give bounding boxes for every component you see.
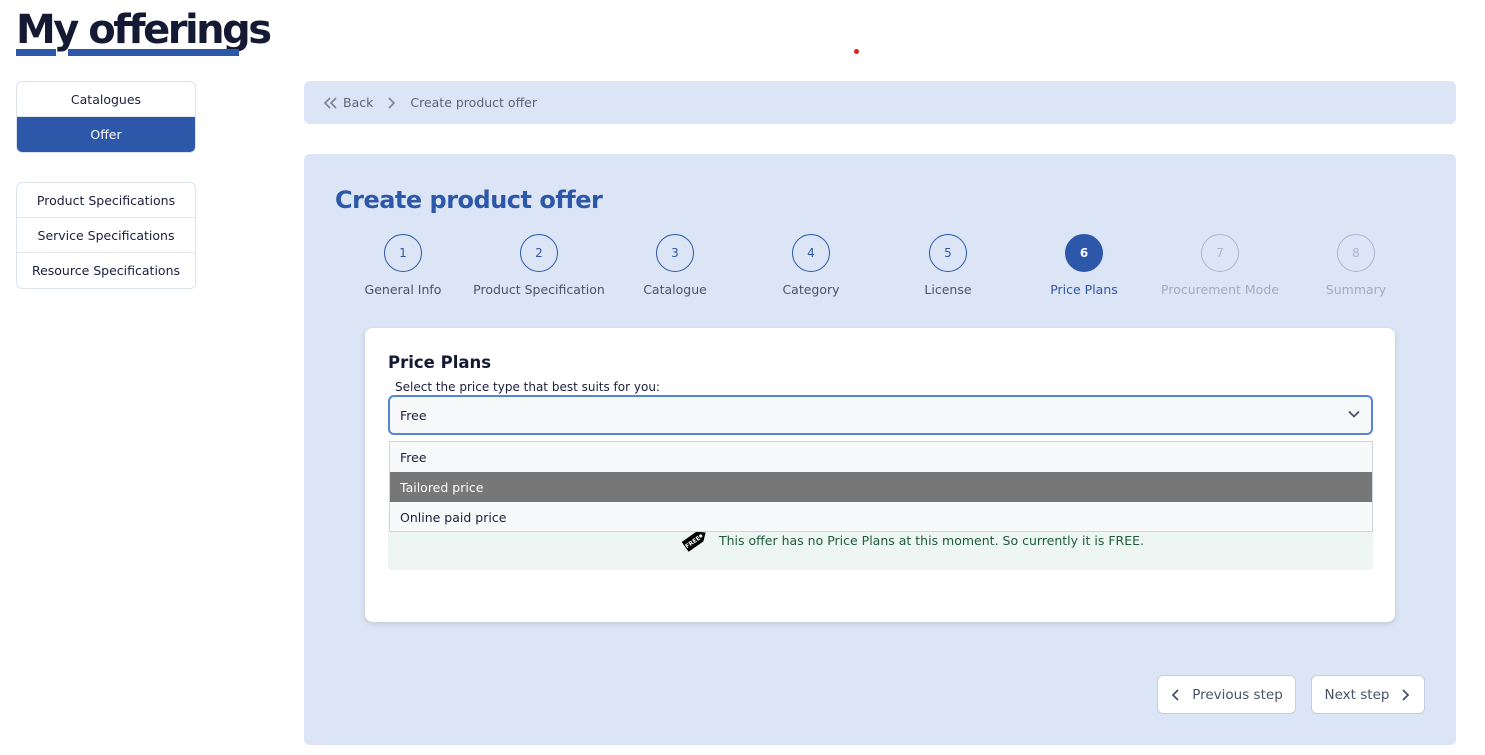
- sidebar-group-catalog: Catalogues Offer: [16, 81, 196, 153]
- next-step-button[interactable]: Next step: [1311, 675, 1425, 714]
- step-catalogue[interactable]: 3 Catalogue: [600, 234, 750, 297]
- red-dot-marker: [854, 49, 859, 54]
- title-underline-decoration: [68, 49, 239, 56]
- chevron-down-icon: [1348, 410, 1360, 418]
- step-procurement-mode: 7 Procurement Mode: [1145, 234, 1295, 297]
- previous-step-label: Previous step: [1192, 686, 1283, 703]
- sidebar-item-catalogues[interactable]: Catalogues: [17, 82, 195, 117]
- step-license[interactable]: 5 License: [873, 234, 1023, 297]
- sidebar-group-specifications: Product Specifications Service Specifica…: [16, 182, 196, 289]
- step-label: Summary: [1325, 282, 1387, 297]
- step-label: General Info: [364, 282, 442, 297]
- chevron-right-icon: [1402, 688, 1410, 701]
- option-tailored-price[interactable]: Tailored price: [390, 472, 1372, 502]
- select-value: Free: [400, 407, 427, 423]
- breadcrumb-current: Create product offer: [410, 95, 538, 110]
- no-price-plans-message: This offer has no Price Plans at this mo…: [719, 533, 1144, 548]
- step-label: License: [924, 282, 972, 297]
- step-general-info[interactable]: 1 General Info: [328, 234, 478, 297]
- card-title: Price Plans: [388, 353, 492, 372]
- price-plans-card: Price Plans Select the price type that b…: [365, 328, 1395, 622]
- chevron-left-icon: [1171, 688, 1179, 701]
- step-number: 3: [656, 234, 694, 272]
- double-chevron-left-icon: [324, 96, 337, 109]
- step-label: Price Plans: [1050, 282, 1118, 297]
- step-number: 1: [384, 234, 422, 272]
- breadcrumb: Back Create product offer: [304, 81, 1456, 124]
- sidebar-item-offer[interactable]: Offer: [17, 117, 195, 152]
- step-summary: 8 Summary: [1281, 234, 1431, 297]
- step-number: 7: [1201, 234, 1239, 272]
- sidebar-item-product-specifications[interactable]: Product Specifications: [17, 183, 195, 218]
- step-category[interactable]: 4 Category: [736, 234, 886, 297]
- step-number: 4: [792, 234, 830, 272]
- main-panel: Create product offer 1 General Info 2 Pr…: [304, 154, 1456, 745]
- step-number: 5: [929, 234, 967, 272]
- step-price-plans[interactable]: 6 Price Plans: [1009, 234, 1159, 297]
- price-type-select[interactable]: Free: [388, 395, 1373, 435]
- step-number: 8: [1337, 234, 1375, 272]
- step-number: 2: [520, 234, 558, 272]
- step-label: Product Specification: [473, 282, 605, 297]
- option-online-paid-price[interactable]: Online paid price: [390, 502, 1372, 532]
- step-label: Category: [782, 282, 840, 297]
- page-title: My offerings: [16, 7, 272, 53]
- step-number: 6: [1065, 234, 1103, 272]
- title-underline-decoration: [16, 49, 56, 56]
- step-label: Catalogue: [643, 282, 707, 297]
- step-product-specification[interactable]: 2 Product Specification: [464, 234, 614, 297]
- sidebar-item-service-specifications[interactable]: Service Specifications: [17, 218, 195, 253]
- price-type-label: Select the price type that best suits fo…: [395, 380, 660, 394]
- option-free[interactable]: Free: [390, 442, 1372, 472]
- previous-step-button[interactable]: Previous step: [1157, 675, 1296, 714]
- back-link[interactable]: Back: [324, 95, 373, 110]
- step-label: Procurement Mode: [1161, 282, 1279, 297]
- sidebar-item-resource-specifications[interactable]: Resource Specifications: [17, 253, 195, 288]
- next-step-label: Next step: [1324, 686, 1390, 703]
- chevron-right-icon: [388, 96, 396, 109]
- section-title: Create product offer: [335, 186, 603, 214]
- back-label: Back: [343, 95, 374, 110]
- price-type-dropdown: Free Tailored price Online paid price: [389, 441, 1373, 532]
